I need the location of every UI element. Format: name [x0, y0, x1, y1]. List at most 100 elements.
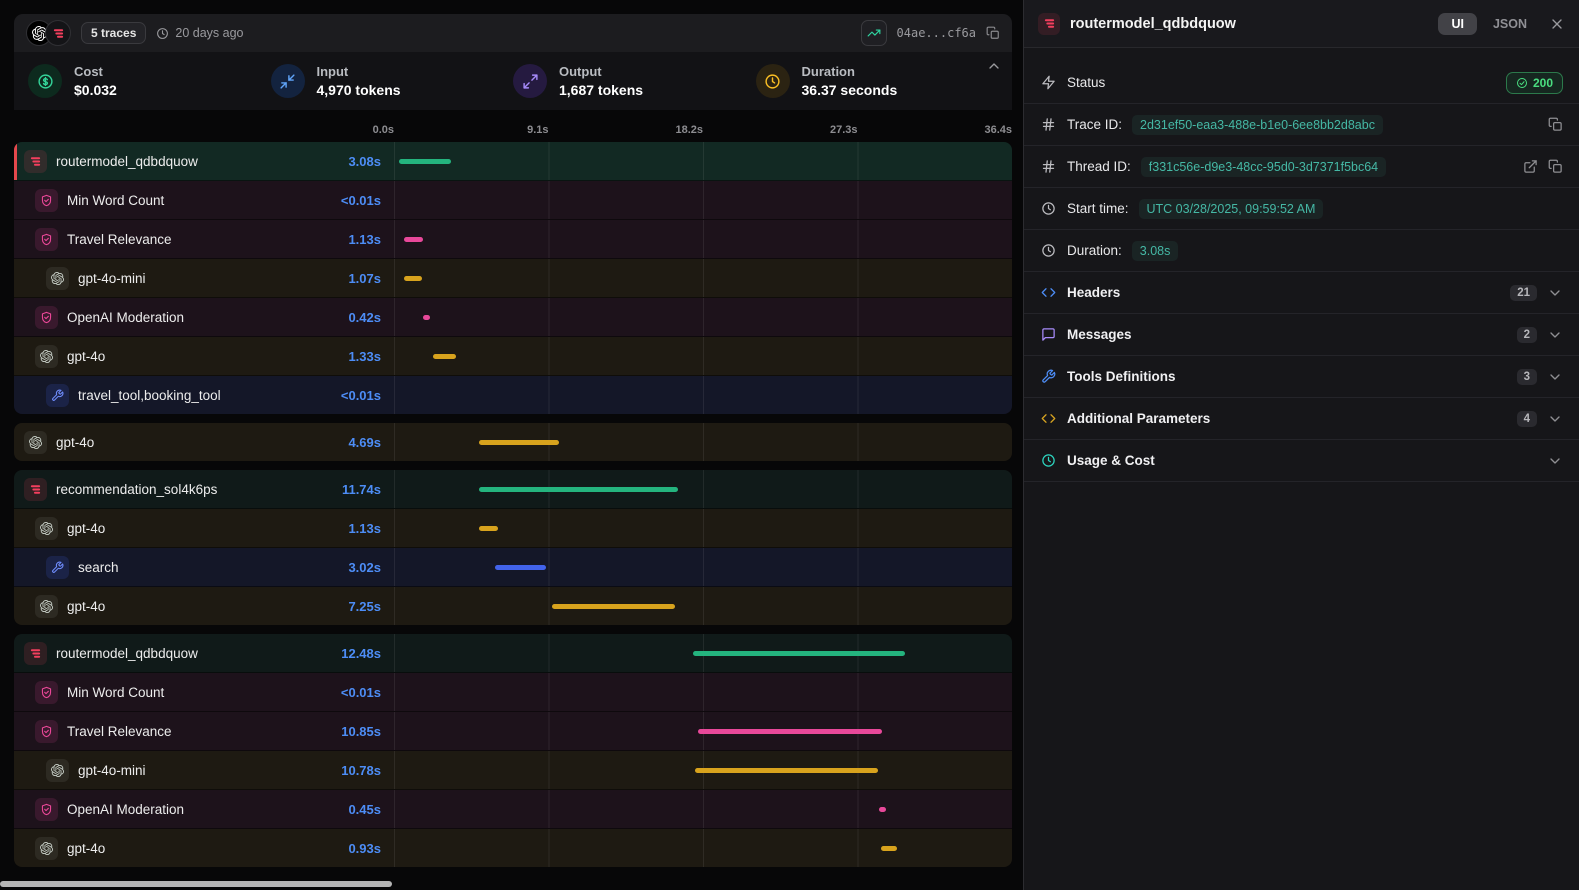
span-duration: <0.01s — [341, 388, 394, 403]
details-panel: routermodel_qdbdquow UI JSON Status 200 … — [1023, 0, 1579, 890]
arrows-in-icon — [271, 64, 305, 98]
chevron-down-icon[interactable] — [1547, 411, 1563, 427]
trace-row[interactable]: routermodel_qdbdquow 3.08s — [14, 142, 1012, 181]
external-icon[interactable] — [1523, 159, 1538, 174]
trace-row[interactable]: gpt-4o1.13s — [14, 509, 1012, 548]
field-label: Thread ID: — [1067, 159, 1131, 174]
stat-value: 36.37 seconds — [802, 82, 898, 98]
trace-row[interactable]: gpt-4o-mini1.07s — [14, 259, 1012, 298]
span-duration: 1.13s — [348, 521, 394, 536]
trace-row[interactable]: gpt-4o-mini10.78s — [14, 751, 1012, 790]
trace-header-bar: 5 traces 20 days ago 04ae...cf6a — [14, 14, 1012, 52]
trace-row[interactable]: OpenAI Moderation0.42s — [14, 298, 1012, 337]
field-value[interactable]: UTC 03/28/2025, 09:59:52 AM — [1139, 199, 1324, 219]
timeline-track — [394, 376, 1012, 414]
copy-icon[interactable] — [1548, 117, 1563, 132]
clock-icon — [1040, 201, 1057, 216]
trace-row[interactable]: gpt-4o7.25s — [14, 587, 1012, 625]
ui-toggle[interactable]: UI — [1438, 13, 1477, 35]
section-label: Tools Definitions — [1067, 369, 1176, 384]
chevron-down-icon[interactable] — [1547, 327, 1563, 343]
field-value[interactable]: 3.08s — [1132, 241, 1179, 261]
span-bar — [479, 440, 559, 445]
span-duration: <0.01s — [341, 193, 394, 208]
json-toggle[interactable]: JSON — [1487, 13, 1533, 35]
chevron-down-icon[interactable] — [1547, 369, 1563, 385]
section-headers[interactable]: Headers21 — [1024, 272, 1579, 314]
status-label: Status — [1067, 75, 1105, 90]
trace-row[interactable]: recommendation_sol4k6ps11.74s — [14, 470, 1012, 509]
chevron-down-icon[interactable] — [1547, 453, 1563, 469]
close-icon[interactable] — [1549, 16, 1565, 32]
span-duration: 12.48s — [341, 646, 394, 661]
trace-row[interactable]: Min Word Count<0.01s — [14, 181, 1012, 220]
stats-bar: Cost$0.032Input4,970 tokensOutput1,687 t… — [14, 52, 1012, 110]
analytics-button[interactable] — [861, 20, 887, 46]
timeline-track — [394, 712, 1012, 750]
span-bar — [404, 237, 423, 242]
timeline-track — [394, 142, 1012, 180]
hash-icon — [1040, 117, 1057, 132]
trace-row[interactable]: gpt-4o4.69s — [14, 423, 1012, 461]
section-usage-cost[interactable]: Usage & Cost — [1024, 440, 1579, 482]
status-badge: 200 — [1506, 72, 1563, 94]
trace-row[interactable]: Travel Relevance1.13s — [14, 220, 1012, 259]
trace-row[interactable]: OpenAI Moderation0.45s — [14, 790, 1012, 829]
collapse-icon[interactable] — [986, 58, 1002, 74]
span-bar — [404, 276, 422, 281]
copy-icon[interactable] — [1548, 159, 1563, 174]
shield-icon — [35, 720, 58, 743]
trace-row[interactable]: gpt-4o1.33s — [14, 337, 1012, 376]
detail-field-row: Duration:3.08s — [1024, 230, 1579, 272]
trace-row[interactable]: Min Word Count<0.01s — [14, 673, 1012, 712]
trace-row[interactable]: travel_tool,booking_tool<0.01s — [14, 376, 1012, 414]
copy-icon[interactable] — [986, 26, 1000, 40]
trace-panel: 5 traces 20 days ago 04ae...cf6a Cost$0.… — [14, 0, 1012, 890]
span-bar — [881, 846, 897, 851]
logo-icon — [24, 642, 47, 665]
clock-icon — [156, 27, 169, 40]
openai-icon — [35, 345, 58, 368]
field-value[interactable]: 2d31ef50-eaa3-488e-b1e0-6ee8bb2d8abc — [1132, 115, 1383, 135]
timeline-track — [394, 181, 1012, 219]
span-label: routermodel_qdbdquow — [56, 154, 339, 169]
trace-row[interactable]: Travel Relevance10.85s — [14, 712, 1012, 751]
span-duration: 3.08s — [348, 154, 394, 169]
span-label: recommendation_sol4k6ps — [56, 482, 333, 497]
section-additional-parameters[interactable]: Additional Parameters 4 — [1024, 398, 1579, 440]
trace-row[interactable]: search3.02s — [14, 548, 1012, 587]
trace-group: gpt-4o4.69s — [14, 423, 1012, 461]
span-label: gpt-4o-mini — [78, 763, 332, 778]
status-code: 200 — [1533, 76, 1553, 90]
trace-age: 20 days ago — [156, 26, 243, 40]
span-bar — [479, 487, 678, 492]
span-duration: 1.33s — [348, 349, 394, 364]
span-label: Min Word Count — [67, 685, 332, 700]
dollar-icon — [28, 64, 62, 98]
section-count-badge: 4 — [1517, 411, 1537, 427]
span-duration: 1.13s — [348, 232, 394, 247]
horizontal-scrollbar-thumb[interactable] — [0, 881, 392, 887]
span-bar — [495, 565, 546, 570]
field-value[interactable]: f331c56e-d9e3-48cc-95d0-3d7371f5bc64 — [1141, 157, 1386, 177]
timeline-track — [394, 337, 1012, 375]
zap-icon — [1040, 75, 1057, 90]
section-tools-definitions[interactable]: Tools Definitions3 — [1024, 356, 1579, 398]
hash-icon — [1040, 159, 1057, 174]
traces-count-badge[interactable]: 5 traces — [81, 22, 146, 44]
span-label: gpt-4o-mini — [78, 271, 339, 286]
timeline-track — [394, 259, 1012, 297]
section-label: Messages — [1067, 327, 1132, 342]
span-label: search — [78, 560, 339, 575]
timeline-track — [394, 509, 1012, 547]
field-label: Start time: — [1067, 201, 1129, 216]
span-duration: 7.25s — [348, 599, 394, 614]
chevron-down-icon[interactable] — [1547, 285, 1563, 301]
trace-row[interactable]: routermodel_qdbdquow12.48s — [14, 634, 1012, 673]
stat-label: Duration — [802, 64, 898, 79]
section-label: Additional Parameters — [1067, 411, 1210, 426]
timeline-track — [394, 634, 1012, 672]
clock-icon — [756, 64, 790, 98]
trace-row[interactable]: gpt-4o0.93s — [14, 829, 1012, 867]
section-messages[interactable]: Messages2 — [1024, 314, 1579, 356]
